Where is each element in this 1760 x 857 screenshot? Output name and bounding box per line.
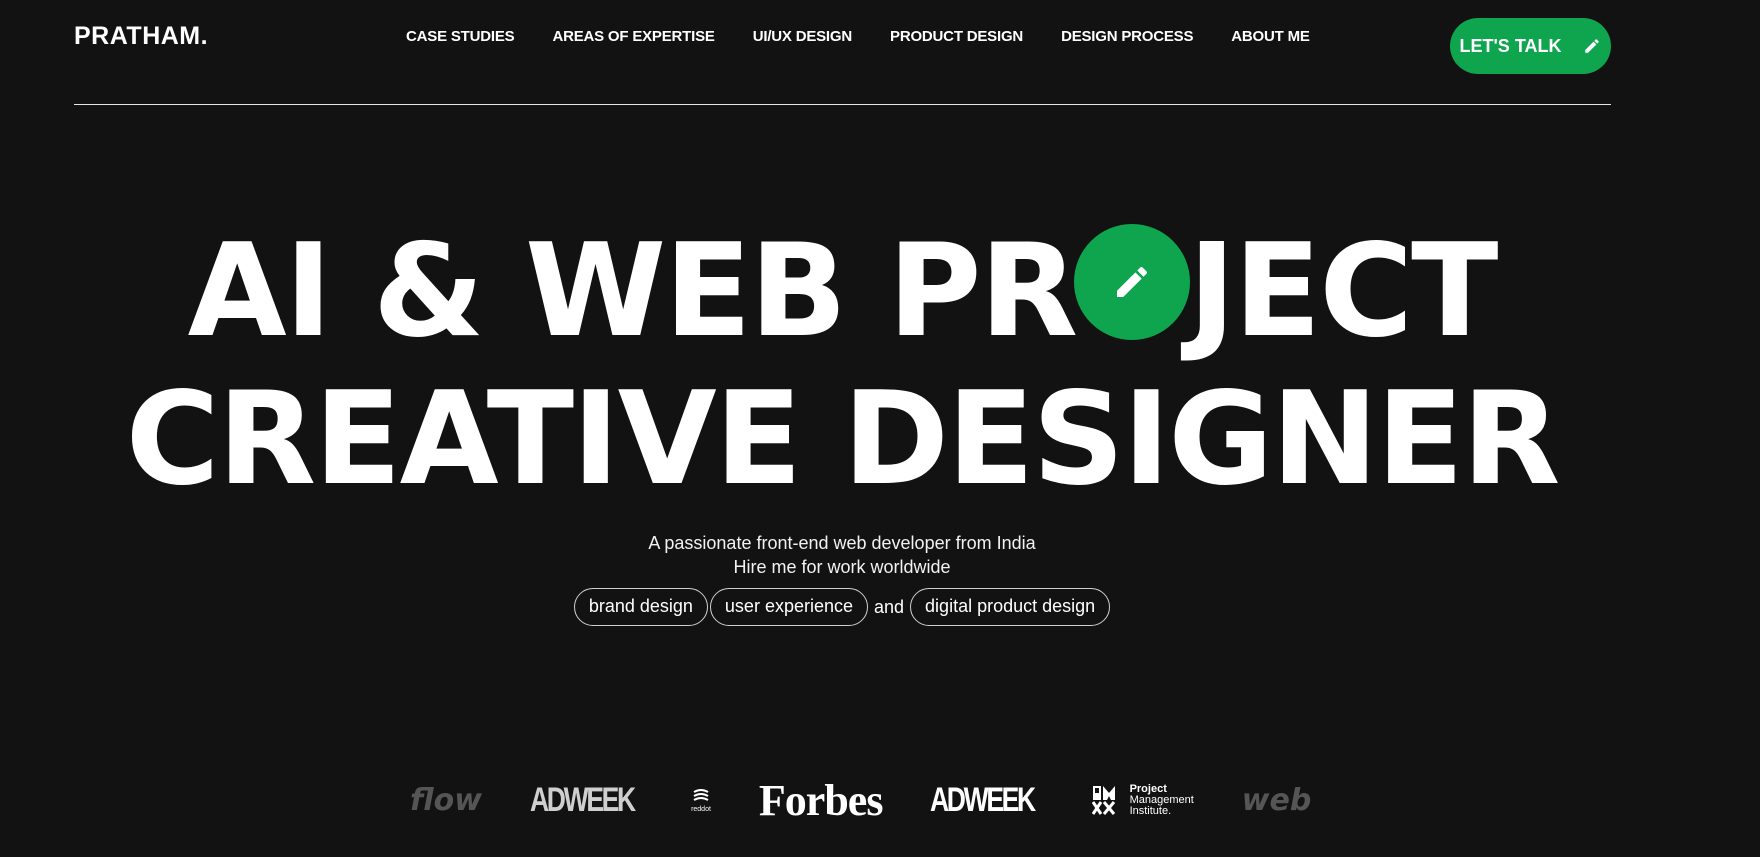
forbes-logo: Forbes bbox=[758, 775, 884, 825]
nav-product-design[interactable]: PRODUCT DESIGN bbox=[890, 28, 1023, 45]
hero-title-line-1: AI & WEB PR JECT bbox=[0, 222, 1684, 362]
pencil-icon bbox=[1585, 39, 1600, 53]
lets-talk-label: LET'S TALK bbox=[1459, 35, 1562, 56]
hero-title-line-2: CREATIVE DESIGNER bbox=[125, 365, 1561, 514]
nav-areas-of-expertise[interactable]: AREAS OF EXPERTISE bbox=[552, 28, 714, 45]
hero-title-part-1: AI & WEB PR bbox=[187, 217, 1079, 366]
hero-edit-badge[interactable] bbox=[1074, 223, 1191, 340]
adweek-logo: ADWEEK bbox=[930, 780, 1036, 819]
adweek-logo: ADWEEK bbox=[529, 780, 636, 819]
tag-digital-product-design[interactable]: digital product design bbox=[910, 588, 1111, 626]
site-header: PRATHAM. CASE STUDIES AREAS OF EXPERTISE… bbox=[74, 0, 1611, 105]
site-logo[interactable]: PRATHAM. bbox=[74, 22, 208, 51]
intro-line-1: A passionate front-end web developer fro… bbox=[648, 533, 1036, 553]
webflow-logo-partial: flow bbox=[410, 782, 482, 818]
reddot-logo: reddot bbox=[691, 788, 711, 813]
pencil-icon bbox=[1117, 266, 1148, 297]
nav-case-studies[interactable]: CASE STUDIES bbox=[406, 28, 515, 45]
pmi-line-3: Institute. bbox=[1129, 804, 1172, 817]
reddot-mark-icon bbox=[693, 788, 709, 801]
lets-talk-button[interactable]: LET'S TALK bbox=[1450, 18, 1611, 74]
pmi-wordmark: Project Management Institute. bbox=[1129, 783, 1194, 817]
tags-connector: and bbox=[874, 596, 905, 617]
tag-brand-design[interactable]: brand design bbox=[573, 588, 708, 626]
nav-design-process[interactable]: DESIGN PROCESS bbox=[1061, 28, 1193, 45]
nav-about-me[interactable]: ABOUT ME bbox=[1231, 28, 1310, 45]
main-nav: CASE STUDIES AREAS OF EXPERTISE UI/UX DE… bbox=[406, 28, 1310, 45]
skill-tags: brand design user experience and digital… bbox=[0, 588, 1684, 626]
hero-title-part-2: JECT bbox=[1188, 217, 1498, 366]
webflow-logo-partial-right: web bbox=[1241, 782, 1312, 818]
tag-user-experience[interactable]: user experience bbox=[709, 588, 868, 626]
intro-line-2: Hire me for work worldwide bbox=[733, 557, 951, 577]
reddot-label: reddot bbox=[691, 805, 711, 813]
pmi-logo: Project Management Institute. bbox=[1091, 783, 1194, 817]
brand-logo-strip: flow ADWEEK reddot Forbes ADWEEK Project… bbox=[410, 775, 1311, 825]
pmi-mark-icon bbox=[1091, 786, 1115, 815]
nav-ui-ux-design[interactable]: UI/UX DESIGN bbox=[753, 28, 852, 45]
